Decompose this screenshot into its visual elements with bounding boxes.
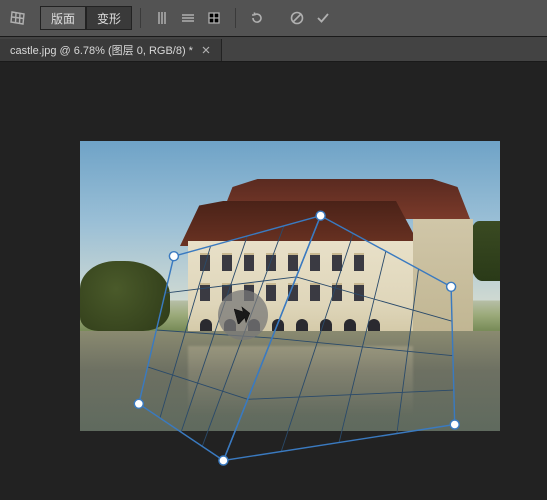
document-tab[interactable]: castle.jpg @ 6.78% (图层 0, RGB/8) * <box>0 39 222 61</box>
options-bar: 版面 变形 <box>0 0 547 37</box>
document-tabs: castle.jpg @ 6.78% (图层 0, RGB/8) * <box>0 37 547 62</box>
mode-tab-warp[interactable]: 变形 <box>86 6 132 30</box>
cancel-icon[interactable] <box>284 5 310 31</box>
image-reflection <box>188 346 413 416</box>
image-foliage <box>80 261 170 331</box>
image-foliage <box>470 221 500 281</box>
mode-tab-layout[interactable]: 版面 <box>40 6 86 30</box>
perspective-crop-tool-icon <box>4 4 32 32</box>
separator <box>235 8 236 28</box>
reset-icon[interactable] <box>244 5 270 31</box>
image-windows <box>200 253 364 271</box>
image-roof <box>180 201 420 246</box>
canvas[interactable] <box>0 62 547 500</box>
mode-tabs: 版面 变形 <box>40 6 132 30</box>
grid-toggle-icon[interactable] <box>201 5 227 31</box>
document-tab-label: castle.jpg @ 6.78% (图层 0, RGB/8) * <box>10 42 193 58</box>
align-vertical-icon[interactable] <box>149 5 175 31</box>
play-overlay-icon[interactable] <box>218 290 268 340</box>
warp-handle[interactable] <box>219 456 228 465</box>
separator <box>140 8 141 28</box>
close-icon[interactable] <box>201 45 211 55</box>
image-wall <box>413 219 473 346</box>
commit-icon[interactable] <box>310 5 336 31</box>
document-image <box>80 141 500 431</box>
align-horizontal-icon[interactable] <box>175 5 201 31</box>
